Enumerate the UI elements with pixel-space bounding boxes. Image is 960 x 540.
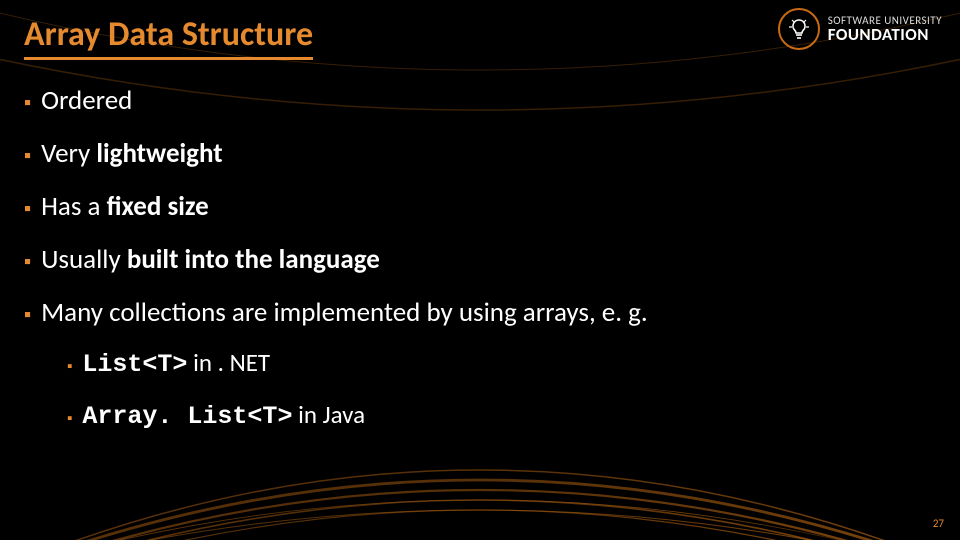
bullet-lightweight: Very lightweight (24, 137, 936, 170)
bullet-text: Ordered (41, 84, 132, 117)
page-number: 27 (933, 517, 944, 530)
bullet-list: Ordered Very lightweight Has a fixed siz… (24, 84, 936, 451)
slide: SOFTWARE UNIVERSITY FOUNDATION Array Dat… (0, 0, 960, 540)
bullet-built-in: Usually built into the language (24, 243, 936, 276)
slide-title: Array Data Structure (24, 14, 313, 60)
bullet-text: Very lightweight (41, 137, 222, 170)
sub-bullet-text: List<T> in . NET (82, 347, 270, 379)
bullet-text: Has a fixed size (41, 190, 209, 223)
bullet-collections: Many collections are implemented by usin… (24, 296, 936, 451)
bullet-text: Usually built into the language (41, 243, 380, 276)
sub-bullet-list: List<T> in . NET Array. List<T> in Java (67, 347, 936, 431)
sub-bullet-list-t: List<T> in . NET (67, 347, 936, 379)
bullet-text: Many collections are implemented by usin… (41, 296, 648, 329)
sub-bullet-text: Array. List<T> in Java (82, 399, 365, 431)
bullet-ordered: Ordered (24, 84, 936, 117)
sub-bullet-arraylist: Array. List<T> in Java (67, 399, 936, 431)
lightbulb-icon (778, 8, 820, 50)
logo: SOFTWARE UNIVERSITY FOUNDATION (778, 8, 942, 50)
bullet-fixed-size: Has a fixed size (24, 190, 936, 223)
logo-text-line2: FOUNDATION (828, 26, 942, 43)
